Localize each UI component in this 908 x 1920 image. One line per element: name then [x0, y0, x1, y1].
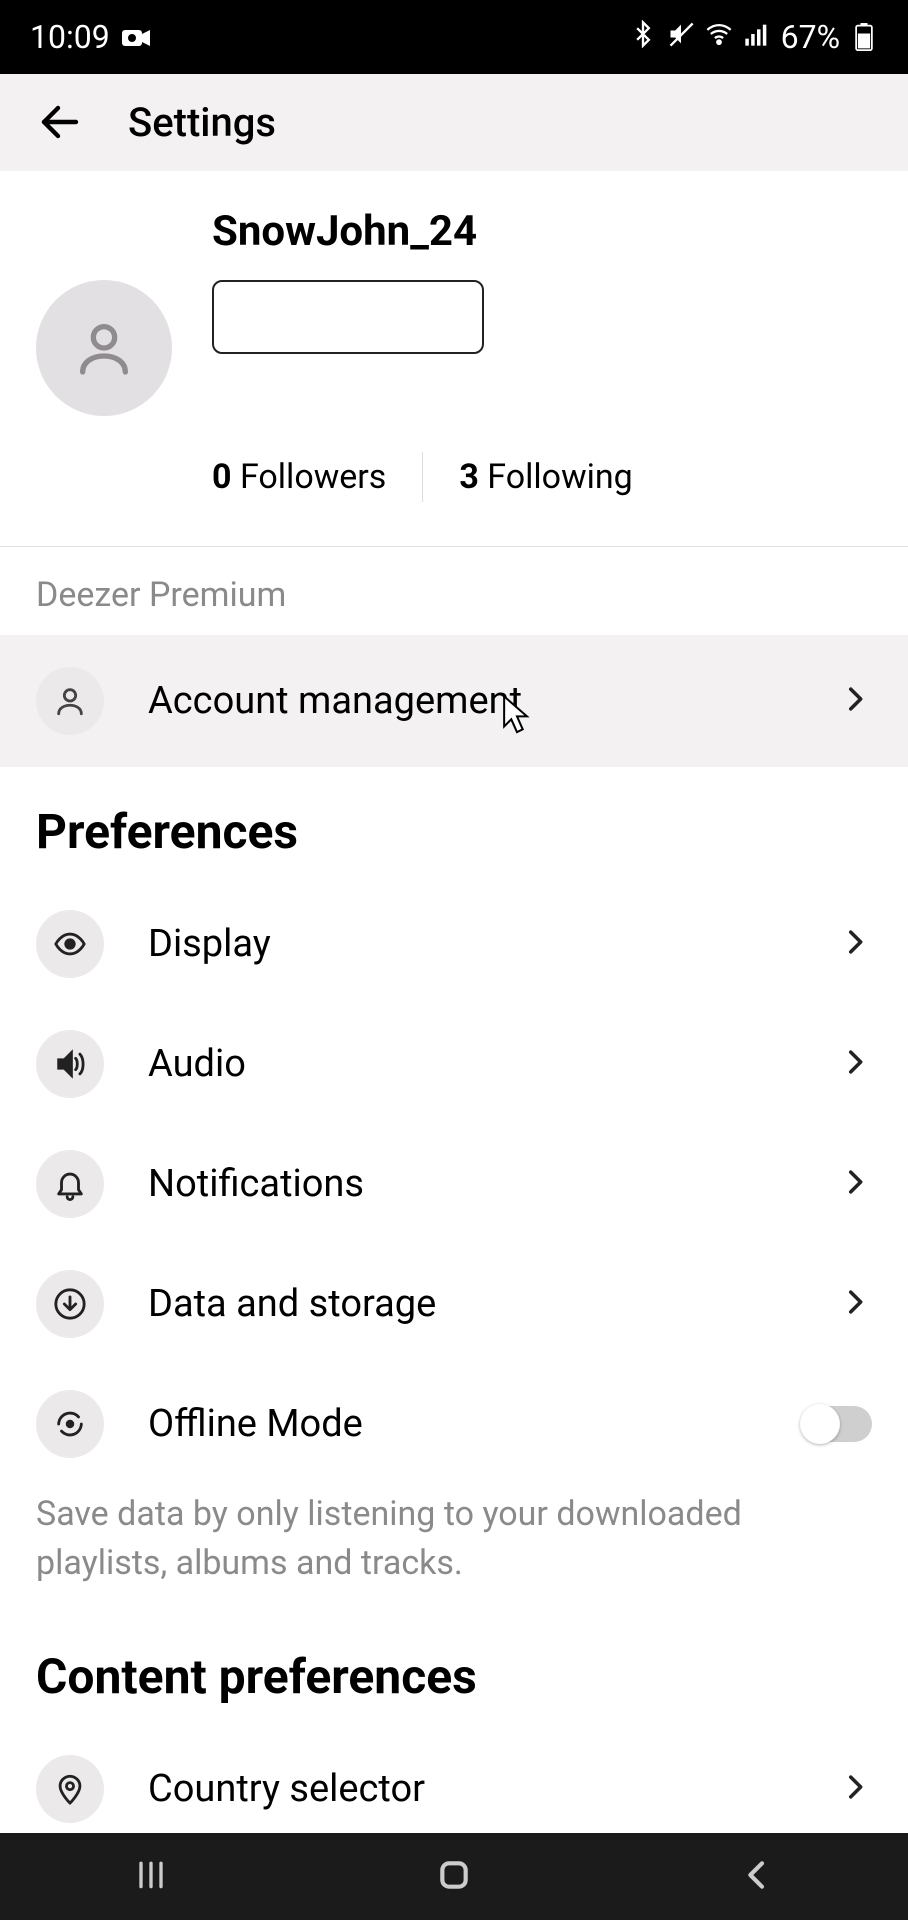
- divider: [422, 452, 423, 502]
- wifi-icon: [705, 18, 733, 56]
- page-title: Settings: [128, 99, 276, 146]
- notifications-row[interactable]: Notifications: [0, 1124, 908, 1244]
- chevron-right-icon: [838, 1045, 872, 1083]
- country-selector-row[interactable]: Country selector: [0, 1729, 908, 1833]
- arrow-left-icon: [36, 98, 84, 146]
- offline-mode-toggle[interactable]: [802, 1406, 872, 1442]
- following-link[interactable]: 3 Following: [459, 457, 632, 497]
- notifications-label: Notifications: [148, 1162, 794, 1206]
- display-row[interactable]: Display: [0, 884, 908, 1004]
- data-storage-label: Data and storage: [148, 1282, 794, 1326]
- chevron-right-icon: [838, 1285, 872, 1323]
- status-time: 10:09: [30, 18, 110, 56]
- home-button[interactable]: [434, 1855, 474, 1899]
- profile-edit-button[interactable]: [212, 280, 484, 354]
- chevron-right-icon: [838, 925, 872, 963]
- status-bar: 10:09 67%: [0, 0, 908, 74]
- person-icon: [72, 316, 136, 380]
- account-icon: [36, 667, 104, 735]
- followers-link[interactable]: 0 Followers: [212, 457, 386, 497]
- app-bar: Settings: [0, 74, 908, 171]
- battery-percent: 67%: [781, 18, 840, 56]
- android-nav-bar: [0, 1833, 908, 1920]
- preferences-heading: Preferences: [0, 767, 908, 884]
- offline-mode-label: Offline Mode: [148, 1402, 758, 1446]
- record-icon: [122, 18, 150, 56]
- battery-icon: [850, 23, 878, 51]
- profile-username: SnowJohn_24: [212, 207, 872, 256]
- audio-label: Audio: [148, 1042, 794, 1086]
- profile-section: SnowJohn_24 0 Followers 3 Following: [0, 171, 908, 547]
- display-label: Display: [148, 922, 794, 966]
- signal-icon: [743, 18, 771, 56]
- data-storage-row[interactable]: Data and storage: [0, 1244, 908, 1364]
- offline-mode-description: Save data by only listening to your down…: [0, 1484, 908, 1613]
- eye-icon: [36, 910, 104, 978]
- chevron-right-icon: [838, 682, 872, 720]
- content-preferences-heading: Content preferences: [0, 1612, 908, 1729]
- offline-mode-row[interactable]: Offline Mode: [0, 1364, 908, 1484]
- download-icon: [36, 1270, 104, 1338]
- bluetooth-icon: [629, 18, 657, 56]
- profile-avatar[interactable]: [36, 280, 172, 416]
- speaker-icon: [36, 1030, 104, 1098]
- plan-label: Deezer Premium: [0, 547, 908, 635]
- country-selector-label: Country selector: [148, 1767, 794, 1811]
- offline-icon: [36, 1390, 104, 1458]
- audio-row[interactable]: Audio: [0, 1004, 908, 1124]
- recent-apps-button[interactable]: [131, 1855, 171, 1899]
- chevron-right-icon: [838, 1770, 872, 1808]
- account-management-label: Account management: [148, 679, 794, 723]
- location-icon: [36, 1755, 104, 1823]
- account-management-row[interactable]: Account management: [0, 635, 908, 767]
- chevron-right-icon: [838, 1165, 872, 1203]
- mute-icon: [667, 18, 695, 56]
- back-button[interactable]: [36, 98, 84, 146]
- back-nav-button[interactable]: [737, 1855, 777, 1899]
- bell-icon: [36, 1150, 104, 1218]
